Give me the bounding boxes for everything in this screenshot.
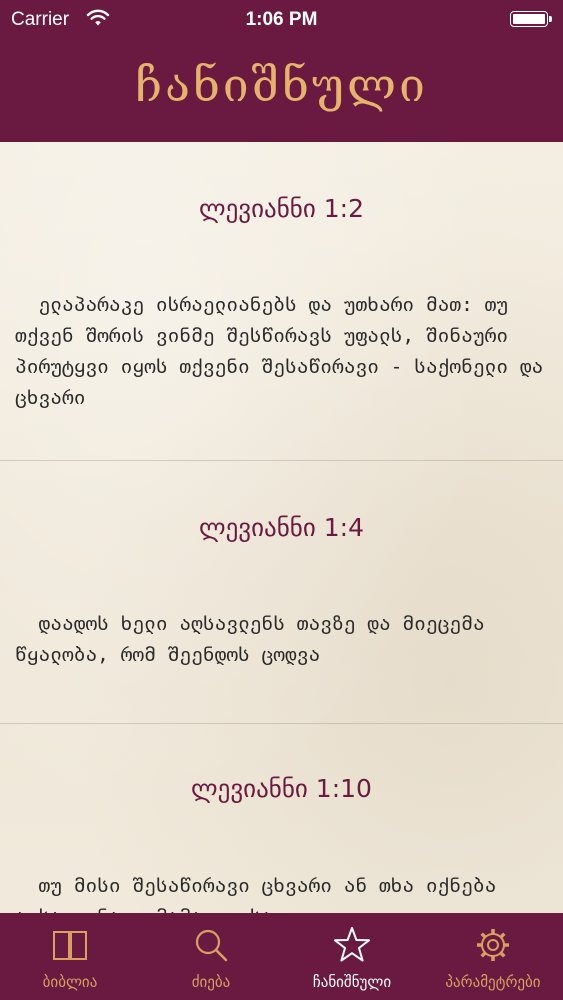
tab-bookmarks[interactable]: ჩანიშნული <box>282 913 422 1000</box>
tab-bible[interactable]: ბიბლია <box>0 913 140 1000</box>
tab-label: პარამეტრები <box>445 973 541 991</box>
tab-label: ძიება <box>191 973 231 991</box>
verse-text: თუ მისი შესაწირავი ცხვარი ან თხა იქნება … <box>15 874 497 913</box>
status-time: 1:06 PM <box>245 9 318 30</box>
gear-icon <box>477 929 509 961</box>
page-title: ჩანიშნული <box>135 58 428 112</box>
list-item[interactable]: ლევიანნი 1:2 ელაპარაკე ისრაელიანებს და უ… <box>0 142 563 460</box>
tab-search[interactable]: ძიება <box>141 913 281 1000</box>
status-bar: Carrier 1:06 PM <box>0 0 563 40</box>
list-item[interactable]: ლევიანნი 1:10 თუ მისი შესაწირავი ცხვარი … <box>0 724 563 913</box>
nav-bar: ჩანიშნული <box>0 40 563 142</box>
battery-icon <box>510 11 552 27</box>
tab-settings[interactable]: პარამეტრები <box>423 913 563 1000</box>
verse-reference: ლევიანნი 1:10 <box>191 774 372 803</box>
bookmark-list[interactable]: ლევიანნი 1:2 ელაპარაკე ისრაელიანებს და უ… <box>0 142 563 913</box>
verse-reference: ლევიანნი 1:4 <box>198 513 364 542</box>
battery-fill <box>513 14 545 24</box>
verse-text: დაადოს ხელი აღსავლენს თავზე და მიეცემა წ… <box>15 612 497 666</box>
tab-label: ჩანიშნული <box>312 973 392 991</box>
list-item[interactable]: ლევიანნი 1:4 დაადოს ხელი აღსავლენს თავზე… <box>0 461 563 723</box>
verse-text: ელაპარაკე ისრაელიანებს და უთხარი მათ: თუ… <box>15 293 556 409</box>
tab-bar: ბიბლია ძიება ჩანიშნული პარამეტრები <box>0 913 563 1000</box>
tab-label: ბიბლია <box>42 973 98 991</box>
star-icon <box>334 927 370 962</box>
verse-reference: ლევიანნი 1:2 <box>198 194 364 223</box>
search-icon <box>195 929 228 962</box>
battery-cap <box>549 16 552 22</box>
book-icon <box>53 931 87 960</box>
